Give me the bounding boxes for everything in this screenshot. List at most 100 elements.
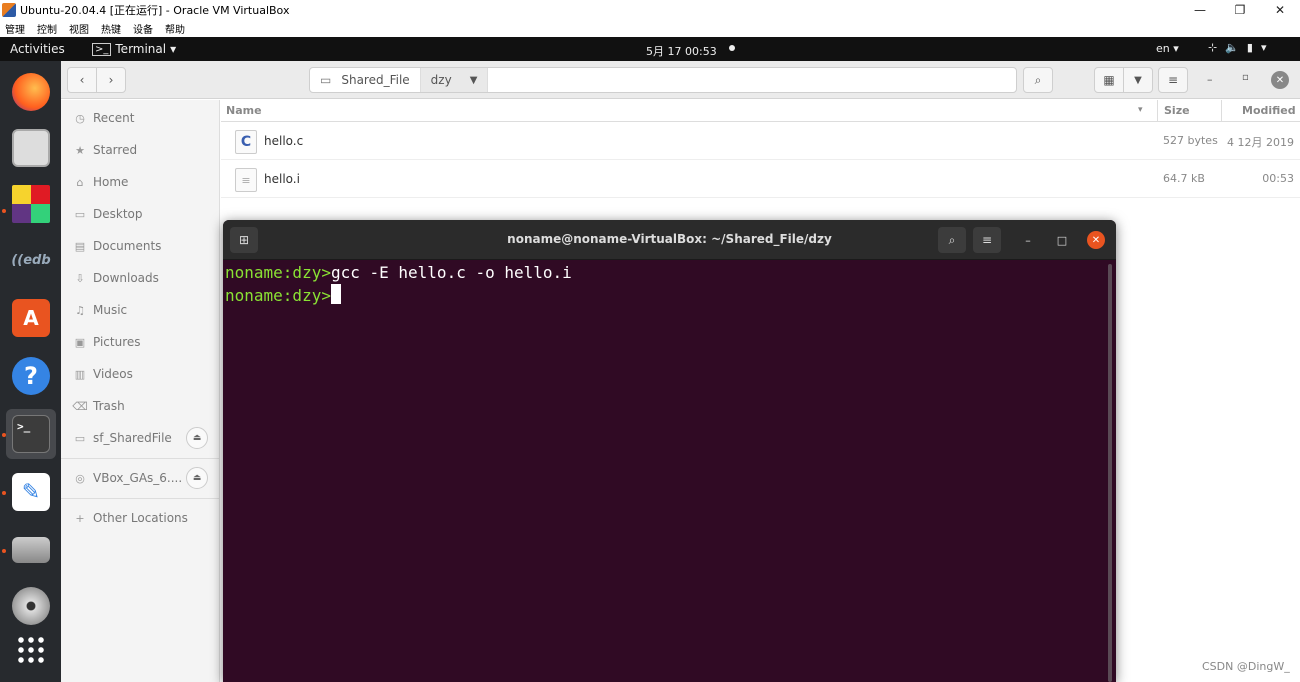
menu-button[interactable]: ≡ <box>973 227 1001 253</box>
path-segment-current[interactable]: dzy ▼ <box>420 68 489 92</box>
column-size[interactable]: Size <box>1157 100 1190 122</box>
edb-icon: ((edb <box>11 252 51 268</box>
sidebar-item-label: Recent <box>93 111 135 125</box>
virtualbox-icon <box>2 3 16 17</box>
sidebar-item-starred[interactable]: ★ Starred <box>61 136 220 164</box>
terminal-window[interactable]: ⊞ noname@noname-VirtualBox: ~/Shared_Fil… <box>223 220 1116 682</box>
file-row[interactable]: ≡ hello.i 64.7 kB 00:53 <box>221 160 1300 198</box>
file-name: hello.i <box>264 172 300 186</box>
chevron-down-icon: ▼ <box>1134 74 1142 86</box>
dock: ((edb A ? >_ ✎ <box>0 61 61 682</box>
hamburger-icon: ≡ <box>1167 73 1179 87</box>
minimize-button[interactable]: – <box>1207 73 1213 86</box>
menu-item[interactable]: 管理 <box>5 21 25 36</box>
sidebar-item-music[interactable]: ♫ Music <box>61 296 220 324</box>
dock-drive[interactable] <box>6 525 56 575</box>
menu-item[interactable]: 帮助 <box>165 21 185 36</box>
picture-icon: ▣ <box>74 335 86 349</box>
menu-item[interactable]: 热键 <box>101 21 121 36</box>
close-button[interactable]: ✕ <box>1260 0 1300 20</box>
app-menu[interactable]: >_ Terminal ▾ <box>92 42 176 56</box>
sidebar-item-other-locations[interactable]: + Other Locations <box>61 504 220 532</box>
sidebar-item-label: Music <box>93 303 128 317</box>
search-button[interactable]: ⌕ <box>1023 67 1053 93</box>
column-modified[interactable]: Modified <box>1221 100 1296 122</box>
column-name[interactable]: Name <box>226 104 262 117</box>
home-icon: ⌂ <box>76 175 84 189</box>
dock-disc[interactable] <box>6 581 56 631</box>
sidebar-item-home[interactable]: ⌂ Home <box>61 168 220 196</box>
sidebar-item-trash[interactable]: ⌫ Trash <box>61 392 220 420</box>
software-store-icon: A <box>12 299 50 337</box>
show-applications-button[interactable] <box>6 625 56 675</box>
menu-button[interactable]: ≡ <box>1158 67 1188 93</box>
clock[interactable]: 5月 17 00:53 <box>646 43 717 59</box>
view-grid-button[interactable]: ▦ <box>1094 67 1124 93</box>
dock-help[interactable]: ? <box>6 351 56 401</box>
terminal-output[interactable]: noname:dzy>gcc -E hello.c -o hello.i nona… <box>225 262 1105 682</box>
dock-software[interactable]: A <box>6 293 56 343</box>
sidebar-item-label: Documents <box>93 239 162 253</box>
terminal-app-icon: >_ <box>92 42 112 56</box>
sidebar-item-videos[interactable]: ▥ Videos <box>61 360 220 388</box>
dock-app-grid[interactable] <box>6 179 56 229</box>
menu-item[interactable]: 视图 <box>69 21 89 36</box>
search-button[interactable]: ⌕ <box>938 227 966 253</box>
dock-firefox[interactable] <box>6 67 56 117</box>
sidebar-item-downloads[interactable]: ⇩ Downloads <box>61 264 220 292</box>
language-indicator[interactable]: en ▾ <box>1156 42 1179 55</box>
terminal-prompt: noname:dzy> <box>225 263 331 282</box>
sidebar-item-label: VBox_GAs_6.... <box>93 471 183 485</box>
star-icon: ★ <box>75 143 85 157</box>
minimize-button[interactable]: — <box>1180 0 1220 20</box>
search-icon: ⌕ <box>1034 72 1042 87</box>
disc-icon: ◎ <box>75 471 85 485</box>
sidebar-item-sf-sharedfile[interactable]: ▭ sf_SharedFile ⏏ <box>61 424 220 452</box>
activities-button[interactable]: Activities <box>10 42 65 56</box>
sidebar-item-pictures[interactable]: ▣ Pictures <box>61 328 220 356</box>
sidebar-item-label: Downloads <box>93 271 159 285</box>
path-segment-root[interactable]: ▭ Shared_File <box>310 68 421 92</box>
minimize-button[interactable]: – <box>1020 232 1036 248</box>
desktop-icon: ▭ <box>74 207 86 221</box>
dock-files[interactable] <box>6 123 56 173</box>
sidebar-item-vbox-gas[interactable]: ◎ VBox_GAs_6.... ⏏ <box>61 464 220 492</box>
system-menu[interactable]: ⊹ 🔈 ▮ ▾ <box>1208 41 1267 54</box>
terminal-headerbar: ⊞ noname@noname-VirtualBox: ~/Shared_Fil… <box>223 220 1116 260</box>
colorful-app-icon <box>12 185 50 223</box>
eject-icon[interactable]: ⏏ <box>186 467 208 489</box>
dock-edb[interactable]: ((edb <box>6 235 56 285</box>
chevron-left-icon: ‹ <box>79 73 85 87</box>
eject-icon[interactable]: ⏏ <box>186 427 208 449</box>
maximize-button[interactable]: ▫ <box>1242 72 1249 83</box>
dock-terminal[interactable]: >_ <box>6 409 56 459</box>
view-options-button[interactable]: ▼ <box>1123 67 1153 93</box>
terminal-scrollbar[interactable] <box>1108 264 1112 682</box>
restore-button[interactable]: ❐ <box>1220 0 1260 20</box>
sidebar-item-recent[interactable]: ◷ Recent <box>61 104 220 132</box>
menu-item[interactable]: 控制 <box>37 21 57 36</box>
trash-icon: ⌫ <box>72 399 88 413</box>
hamburger-icon: ≡ <box>981 233 993 247</box>
document-icon: ▤ <box>74 239 86 253</box>
chevron-down-icon: ▾ <box>170 42 177 56</box>
dock-text-editor[interactable]: ✎ <box>6 467 56 517</box>
maximize-button[interactable]: □ <box>1054 232 1070 248</box>
path-root-label: Shared_File <box>341 73 410 87</box>
file-row[interactable]: C hello.c 527 bytes 4 12月 2019 <box>221 122 1300 160</box>
forward-button[interactable]: › <box>96 67 126 93</box>
close-button[interactable]: ✕ <box>1271 71 1289 89</box>
back-button[interactable]: ‹ <box>67 67 97 93</box>
grid-icon: ▦ <box>1103 73 1115 87</box>
search-icon: ⌕ <box>948 232 956 247</box>
sidebar-item-documents[interactable]: ▤ Documents <box>61 232 220 260</box>
notification-dot <box>729 45 735 51</box>
sidebar-item-desktop[interactable]: ▭ Desktop <box>61 200 220 228</box>
firefox-icon <box>12 73 50 111</box>
terminal-prompt: noname:dzy> <box>225 286 331 305</box>
close-button[interactable]: ✕ <box>1087 231 1105 249</box>
terminal-icon: >_ <box>12 415 50 453</box>
gnome-topbar: Activities >_ Terminal ▾ 5月 17 00:53 en … <box>0 37 1300 61</box>
menu-item[interactable]: 设备 <box>133 21 153 36</box>
language-label: en <box>1156 42 1170 55</box>
